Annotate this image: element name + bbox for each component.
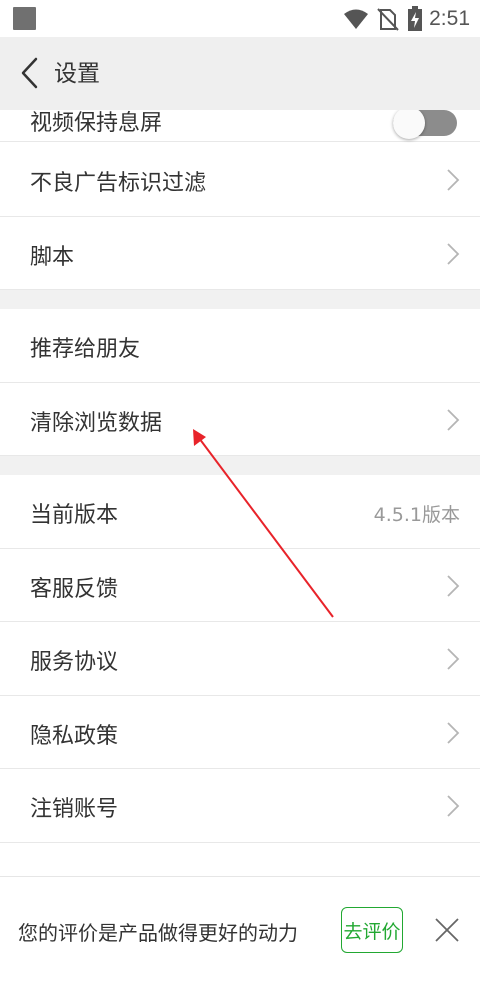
settings-item-label: 客服反馈 (30, 577, 119, 602)
page-title: 设置 (54, 61, 100, 87)
close-button[interactable] (427, 910, 467, 950)
settings-item-version: 当前版本 4.5.1版本 (0, 475, 480, 549)
settings-item-ad-filter[interactable]: 不良广告标识过滤 (0, 143, 480, 217)
keep-screen-on-toggle[interactable] (393, 110, 457, 139)
chevron-right-icon (447, 243, 460, 265)
settings-item-clear-data[interactable]: 清除浏览数据 (0, 383, 480, 456)
chevron-right-icon (447, 795, 460, 817)
status-bar: 2:51 (0, 0, 480, 37)
chevron-right-icon (447, 409, 460, 431)
battery-charging-icon (408, 5, 423, 31)
chevron-right-icon (447, 722, 460, 744)
app-header: 设置 (0, 37, 480, 110)
settings-item-service-agreement[interactable]: 服务协议 (0, 622, 480, 696)
rating-prompt-text: 您的评价是产品做得更好的动力 (18, 921, 298, 945)
settings-item-label: 推荐给朋友 (30, 337, 141, 362)
settings-item-label: 隐私政策 (30, 724, 119, 749)
wifi-icon (344, 9, 369, 29)
settings-item-label: 注销账号 (30, 797, 119, 822)
settings-item-privacy-policy[interactable]: 隐私政策 (0, 696, 480, 769)
rating-prompt-bar: 您的评价是产品做得更好的动力 去评价 (0, 876, 480, 983)
settings-item-delete-account[interactable]: 注销账号 (0, 769, 480, 843)
settings-item-recommend[interactable]: 推荐给朋友 (0, 309, 480, 383)
settings-item-script[interactable]: 脚本 (0, 217, 480, 290)
settings-item-label: 当前版本 (30, 503, 119, 528)
settings-item-keep-screen-on[interactable]: 视频保持息屏 (0, 110, 480, 142)
toggle-knob (393, 110, 425, 139)
section-divider (0, 290, 480, 309)
back-button[interactable] (10, 53, 50, 93)
chevron-right-icon (447, 648, 460, 670)
settings-item-label: 服务协议 (30, 650, 119, 675)
clock: 2:51 (429, 6, 470, 30)
close-icon (435, 918, 459, 942)
settings-item-label: 脚本 (30, 245, 75, 270)
section-divider (0, 456, 480, 475)
version-value: 4.5.1版本 (373, 504, 460, 526)
rate-button[interactable]: 去评价 (341, 907, 403, 953)
chevron-left-icon (21, 57, 38, 89)
chevron-right-icon (447, 575, 460, 597)
status-icons: 2:51 (343, 0, 470, 37)
settings-item-label: 视频保持息屏 (30, 111, 163, 136)
settings-list[interactable]: 视频保持息屏 不良广告标识过滤 脚本 推荐给朋友 清除浏览数据 当前版本 4.5… (0, 110, 480, 876)
no-sim-icon (377, 7, 399, 31)
settings-item-label: 清除浏览数据 (30, 411, 163, 436)
settings-item-feedback[interactable]: 客服反馈 (0, 549, 480, 622)
notification-icon (13, 7, 36, 30)
settings-item-label: 不良广告标识过滤 (30, 171, 207, 196)
chevron-right-icon (447, 169, 460, 191)
